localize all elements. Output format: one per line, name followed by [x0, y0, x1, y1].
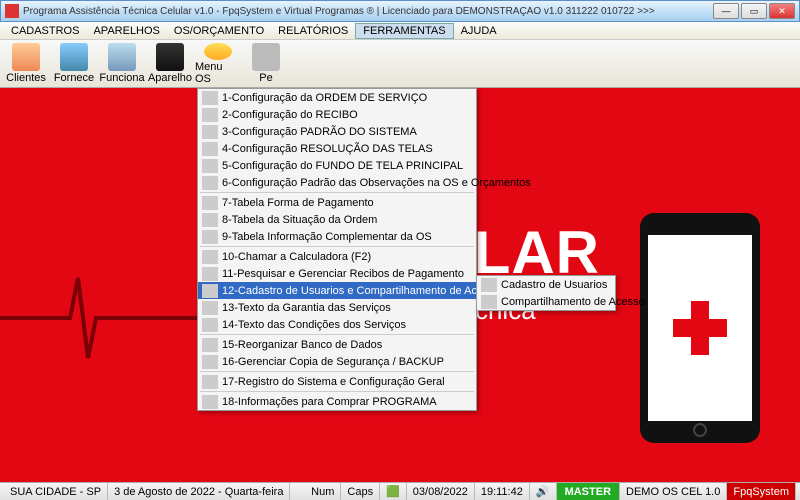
menu-item[interactable]: 6-Configuração Padrão das Observações na… [198, 174, 476, 191]
status-user: MASTER [557, 483, 620, 500]
menu-item[interactable]: 3-Configuração PADRÃO DO SISTEMA [198, 123, 476, 140]
statusbar: SUA CIDADE - SP 3 de Agosto de 2022 - Qu… [0, 482, 800, 500]
toolbar-fornece[interactable]: Fornece [50, 42, 98, 86]
menu-item[interactable]: 5-Configuração do FUNDO DE TELA PRINCIPA… [198, 157, 476, 174]
toolbar-icon [156, 43, 184, 71]
maximize-button[interactable]: ▭ [741, 3, 767, 19]
cross-icon [673, 301, 727, 355]
status-date-long: 3 de Agosto de 2022 - Quarta-feira [108, 483, 290, 500]
menu-item[interactable]: 4-Configuração RESOLUÇÃO DAS TELAS [198, 140, 476, 157]
menu-item-icon [202, 142, 218, 156]
status-num: Num [305, 483, 341, 500]
menu-item-icon [202, 301, 218, 315]
menubar: CADASTROSAPARELHOSOS/ORÇAMENTORELATÓRIOS… [0, 22, 800, 40]
menu-item-icon [202, 375, 218, 389]
menu-item[interactable]: 16-Gerenciar Copia de Segurança / BACKUP [198, 353, 476, 370]
submenu-item[interactable]: Compartilhamento de Acesso [477, 293, 615, 310]
menu-item-icon [202, 91, 218, 105]
menu-item[interactable]: 1-Configuração da ORDEM DE SERVIÇO [198, 89, 476, 106]
menu-item-icon [202, 267, 218, 281]
toolbar-aparelho[interactable]: Aparelho [146, 42, 194, 86]
toolbar-icon [204, 43, 232, 60]
menu-item[interactable]: 8-Tabela da Situação da Ordem [198, 211, 476, 228]
menu-item-icon [202, 284, 218, 298]
phone-screen [648, 235, 752, 421]
toolbar-menu os[interactable]: Menu OS [194, 42, 242, 86]
toolbar-icon [60, 43, 88, 71]
ecg-line-graphic [0, 268, 200, 368]
status-time: 19:11:42 [475, 483, 530, 500]
menu-item[interactable]: 9-Tabela Informação Complementar da OS [198, 228, 476, 245]
toolbar: ClientesForneceFuncionaAparelhoMenu OSPe [0, 40, 800, 88]
menu-item-icon [202, 213, 218, 227]
menu-cadastros[interactable]: CADASTROS [4, 24, 86, 38]
menu-item-icon [202, 176, 218, 190]
menu-relatórios[interactable]: RELATÓRIOS [271, 24, 355, 38]
window-title: Programa Assistência Técnica Celular v1.… [23, 6, 713, 17]
menu-item-icon [481, 278, 497, 292]
menu-item[interactable]: 2-Configuração do RECIBO [198, 106, 476, 123]
cadastro-submenu: Cadastro de UsuariosCompartilhamento de … [476, 275, 616, 311]
status-brand: FpqSystem [727, 483, 796, 500]
close-button[interactable]: ✕ [769, 3, 795, 19]
workspace: CELULAR Assistência Técnica 1-Configuraç… [0, 88, 800, 482]
toolbar-icon [252, 43, 280, 71]
status-date: 03/08/2022 [407, 483, 475, 500]
menu-item-icon [202, 159, 218, 173]
menu-item-icon [202, 108, 218, 122]
menu-aparelhos[interactable]: APARELHOS [86, 24, 166, 38]
toolbar-funciona[interactable]: Funciona [98, 42, 146, 86]
menu-item-icon [481, 295, 497, 309]
menu-ajuda[interactable]: AJUDA [454, 24, 504, 38]
menu-item[interactable]: 10-Chamar a Calculadora (F2) [198, 248, 476, 265]
app-icon [5, 4, 19, 18]
menu-item[interactable]: 12-Cadastro de Usuarios e Compartilhamen… [198, 282, 476, 299]
status-signal-icon: 🔊 [530, 483, 557, 500]
menu-item-icon [202, 125, 218, 139]
titlebar: Programa Assistência Técnica Celular v1.… [0, 0, 800, 22]
toolbar-icon [12, 43, 40, 71]
menu-item[interactable]: 11-Pesquisar e Gerenciar Recibos de Paga… [198, 265, 476, 282]
menu-item[interactable]: 18-Informações para Comprar PROGRAMA [198, 393, 476, 410]
phone-graphic [640, 213, 760, 443]
menu-item-icon [202, 395, 218, 409]
menu-ferramentas[interactable]: FERRAMENTAS [355, 23, 453, 39]
menu-item[interactable]: 14-Texto das Condições dos Serviços [198, 316, 476, 333]
menu-item-icon [202, 230, 218, 244]
ferramentas-dropdown: 1-Configuração da ORDEM DE SERVIÇO2-Conf… [197, 88, 477, 411]
status-location: SUA CIDADE - SP [4, 483, 108, 500]
minimize-button[interactable]: — [713, 3, 739, 19]
toolbar-icon [108, 43, 136, 71]
menu-item-icon [202, 318, 218, 332]
menu-item-icon [202, 250, 218, 264]
menu-item-icon [202, 338, 218, 352]
menu-item[interactable]: 13-Texto da Garantia das Serviços [198, 299, 476, 316]
status-caps: Caps [341, 483, 380, 500]
menu-item[interactable]: 17-Registro do Sistema e Configuração Ge… [198, 373, 476, 390]
menu-item[interactable]: 7-Tabela Forma de Pagamento [198, 194, 476, 211]
status-flag-icon: 🟩 [380, 483, 407, 500]
toolbar-clientes[interactable]: Clientes [2, 42, 50, 86]
menu-item-icon [202, 355, 218, 369]
status-db: DEMO OS CEL 1.0 [620, 483, 727, 500]
menu-item-icon [202, 196, 218, 210]
toolbar-pe[interactable]: Pe [242, 42, 290, 86]
menu-item[interactable]: 15-Reorganizar Banco de Dados [198, 336, 476, 353]
menu-os/orçamento[interactable]: OS/ORÇAMENTO [167, 24, 271, 38]
submenu-item[interactable]: Cadastro de Usuarios [477, 276, 615, 293]
phone-home-button-graphic [693, 423, 707, 437]
